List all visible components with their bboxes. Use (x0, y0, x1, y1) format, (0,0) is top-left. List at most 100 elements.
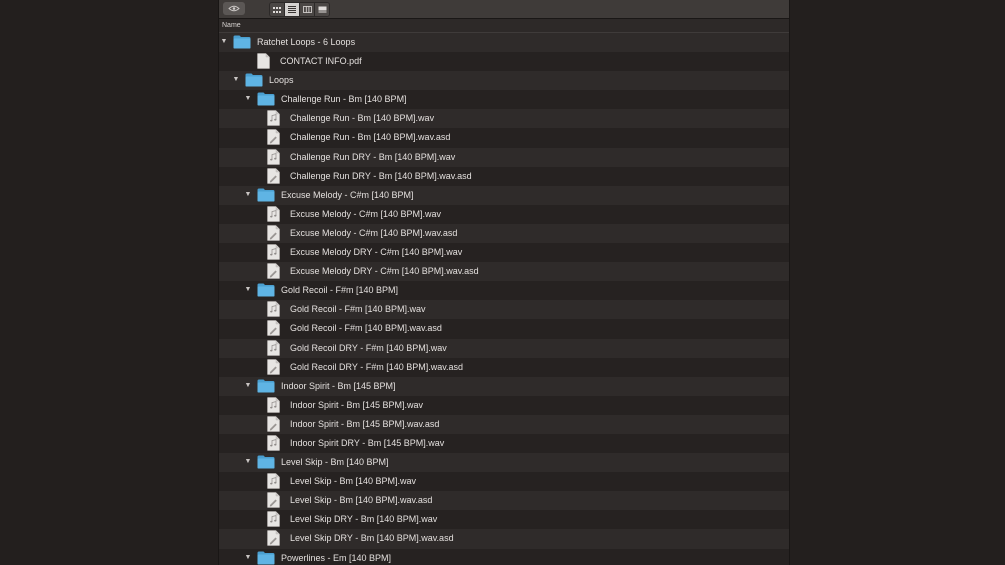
disclosure-triangle-icon[interactable]: ▼ (232, 75, 240, 85)
item-name: Level Skip DRY - Bm [140 BPM].wav (290, 514, 438, 525)
audio-file-icon (267, 339, 280, 356)
folder-icon (233, 35, 251, 49)
file-row[interactable]: Excuse Melody - C#m [140 BPM].wav (219, 204, 789, 224)
disclosure-triangle-icon[interactable]: ▼ (220, 37, 228, 47)
item-name: Excuse Melody - C#m [140 BPM] (281, 189, 414, 200)
folder-row[interactable]: ▼ Level Skip - Bm [140 BPM] (219, 453, 789, 473)
item-name: Indoor Spirit - Bm [145 BPM] (281, 380, 396, 391)
folder-row[interactable]: ▼ Challenge Run - Bm [140 BPM] (219, 90, 789, 110)
list-view-button[interactable] (285, 3, 300, 16)
asd-file-icon (267, 492, 280, 508)
folder-icon (257, 379, 275, 393)
view-mode-selector (269, 2, 330, 17)
folder-icon (245, 73, 263, 87)
asd-file-icon (267, 263, 280, 279)
item-name: Excuse Melody DRY - C#m [140 BPM].wav (290, 247, 463, 258)
folder-row[interactable]: ▼ Loops (219, 71, 789, 91)
folder-icon (257, 188, 275, 202)
column-header-label: Name (222, 22, 241, 29)
file-row[interactable]: Gold Recoil DRY - F#m [140 BPM].wav (219, 338, 789, 358)
audio-file-icon (267, 473, 280, 489)
file-row[interactable]: Challenge Run - Bm [140 BPM].wav (219, 109, 789, 129)
asd-file-icon (267, 358, 280, 375)
folder-row[interactable]: ▼ Gold Recoil - F#m [140 BPM] (219, 281, 789, 301)
asd-file-icon (267, 530, 280, 547)
finder-window: Name ▼ Ratchet Loops - 6 Loops CONTACT INF… (218, 0, 790, 565)
file-row[interactable]: Excuse Melody DRY - C#m [140 BPM].wav.as… (219, 262, 789, 282)
folder-row[interactable]: ▼ Ratchet Loops - 6 Loops (219, 33, 789, 53)
audio-file-icon (267, 301, 280, 318)
gallery-icon (318, 6, 326, 13)
file-row[interactable]: Challenge Run - Bm [140 BPM].wav.asd (219, 128, 789, 148)
item-name: Gold Recoil DRY - F#m [140 BPM].wav.asd (290, 361, 464, 372)
file-row[interactable]: Indoor Spirit - Bm [145 BPM].wav.asd (219, 414, 789, 434)
grid-icon (273, 6, 281, 13)
folder-row[interactable]: ▼ Indoor Spirit - Bm [145 BPM] (219, 376, 789, 396)
column-view-button[interactable] (300, 3, 315, 16)
audio-file-icon (267, 397, 280, 413)
file-row[interactable]: Level Skip - Bm [140 BPM].wav (219, 472, 789, 492)
quick-look-button[interactable] (223, 2, 245, 15)
item-name: Gold Recoil - F#m [140 BPM] (281, 285, 399, 296)
audio-file-icon (267, 435, 280, 451)
disclosure-triangle-icon[interactable]: ▼ (244, 285, 252, 295)
item-name: Indoor Spirit - Bm [145 BPM].wav.asd (290, 418, 440, 429)
disclosure-triangle-icon[interactable]: ▼ (244, 553, 252, 563)
audio-file-icon (267, 148, 280, 165)
asd-file-icon (267, 129, 280, 146)
item-name: Indoor Spirit DRY - Bm [145 BPM].wav (290, 437, 445, 448)
disclosure-triangle-icon[interactable]: ▼ (244, 381, 252, 391)
item-name: Challenge Run - Bm [140 BPM].wav.asd (290, 132, 451, 143)
audio-file-icon (267, 511, 280, 528)
file-row[interactable]: Gold Recoil - F#m [140 BPM].wav.asd (219, 319, 789, 339)
item-name: Powerlines - Em [140 BPM] (281, 552, 392, 563)
file-row[interactable]: Level Skip DRY - Bm [140 BPM].wav.asd (219, 529, 789, 549)
item-name: Challenge Run DRY - Bm [140 BPM].wav (290, 151, 456, 162)
file-row[interactable]: Excuse Melody DRY - C#m [140 BPM].wav (219, 243, 789, 263)
toolbar (219, 0, 789, 19)
file-row[interactable]: Challenge Run DRY - Bm [140 BPM].wav (219, 147, 789, 167)
icon-view-button[interactable] (270, 3, 285, 16)
file-row[interactable]: Challenge Run DRY - Bm [140 BPM].wav.asd (219, 166, 789, 186)
file-row[interactable]: Indoor Spirit DRY - Bm [145 BPM].wav (219, 433, 789, 454)
file-list: ▼ Ratchet Loops - 6 Loops CONTACT INFO.pdf… (219, 33, 789, 565)
item-name: Challenge Run - Bm [140 BPM].wav (290, 113, 435, 124)
item-name: Indoor Spirit - Bm [145 BPM].wav (290, 399, 424, 410)
folder-row[interactable]: ▼ Powerlines - Em [140 BPM] (219, 548, 789, 565)
file-row[interactable]: Level Skip DRY - Bm [140 BPM].wav (219, 510, 789, 530)
audio-file-icon (267, 110, 280, 127)
asd-file-icon (267, 225, 280, 241)
asd-file-icon (267, 416, 280, 432)
item-name: Excuse Melody - C#m [140 BPM].wav (290, 208, 442, 219)
file-row[interactable]: Gold Recoil DRY - F#m [140 BPM].wav.asd (219, 357, 789, 377)
folder-icon (257, 455, 275, 469)
item-name: Challenge Run - Bm [140 BPM] (281, 94, 407, 105)
disclosure-triangle-icon[interactable]: ▼ (244, 457, 252, 467)
item-name: Gold Recoil - F#m [140 BPM].wav.asd (290, 323, 442, 334)
folder-row[interactable]: ▼ Excuse Melody - C#m [140 BPM] (219, 185, 789, 205)
item-name: Gold Recoil DRY - F#m [140 BPM].wav (290, 342, 447, 353)
eye-icon (228, 5, 240, 12)
audio-file-icon (267, 244, 280, 260)
folder-icon (257, 92, 275, 106)
list-icon (288, 6, 296, 13)
file-row[interactable]: CONTACT INFO.pdf (219, 52, 789, 72)
asd-file-icon (267, 320, 280, 337)
gallery-view-button[interactable] (315, 3, 329, 16)
item-name: Challenge Run DRY - Bm [140 BPM].wav.asd (290, 170, 472, 181)
disclosure-triangle-icon[interactable]: ▼ (244, 94, 252, 104)
disclosure-triangle-icon[interactable]: ▼ (244, 190, 252, 200)
column-header-name[interactable]: Name (219, 19, 789, 33)
item-name: CONTACT INFO.pdf (280, 56, 362, 67)
item-name: Ratchet Loops - 6 Loops (257, 37, 356, 47)
item-name: Level Skip - Bm [140 BPM] (281, 457, 389, 468)
file-row[interactable]: Excuse Melody - C#m [140 BPM].wav.asd (219, 223, 789, 244)
folder-icon (257, 283, 275, 297)
item-name: Level Skip - Bm [140 BPM].wav (290, 476, 417, 487)
file-row[interactable]: Level Skip - Bm [140 BPM].wav.asd (219, 491, 789, 511)
file-row[interactable]: Gold Recoil - F#m [140 BPM].wav (219, 300, 789, 320)
file-row[interactable]: Indoor Spirit - Bm [145 BPM].wav (219, 395, 789, 415)
item-name: Level Skip DRY - Bm [140 BPM].wav.asd (290, 533, 454, 544)
item-name: Gold Recoil - F#m [140 BPM].wav (290, 304, 426, 315)
asd-file-icon (267, 167, 280, 184)
